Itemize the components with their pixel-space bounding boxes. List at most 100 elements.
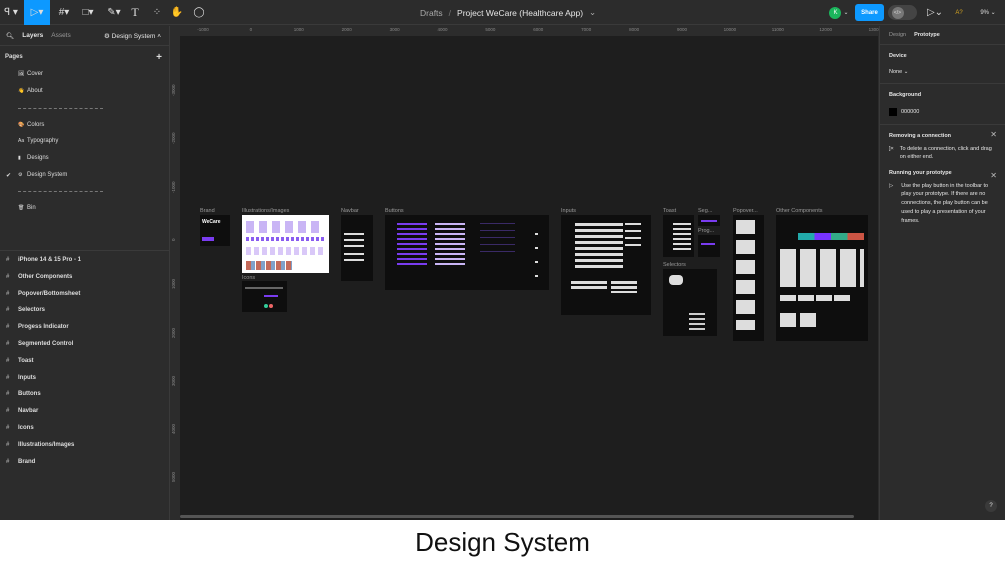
frame-icon: # [6, 324, 10, 331]
layer-item[interactable]: # Inputs [0, 370, 170, 386]
device-dropdown[interactable]: None ⌄ [889, 69, 996, 75]
layer-label: Progess Indicator [18, 324, 69, 331]
background-section: Background 000000 [880, 84, 1005, 125]
main-menu-button[interactable]: ꟼ ▾ [0, 0, 22, 25]
nav-item [344, 259, 364, 261]
page-item[interactable]: 👋 About [0, 83, 170, 99]
pen-tool-button[interactable]: ✎▾ [104, 0, 124, 25]
illustration-row [246, 221, 324, 233]
frame-tool-button[interactable]: #▾ [54, 0, 74, 25]
frame-label-illustrations[interactable]: Illustrations/Images [242, 208, 289, 214]
chevron-down-icon[interactable]: ⌄ [589, 7, 596, 18]
frame-segmented-control[interactable] [698, 215, 720, 226]
illustration-row [246, 247, 324, 255]
ai-button[interactable]: A? [952, 0, 966, 25]
layer-item[interactable]: # iPhone 14 & 15 Pro - 1 [0, 252, 170, 268]
page-item[interactable]: Aa Typography [0, 133, 170, 149]
frame-icon: # [6, 357, 10, 364]
color-swatch[interactable] [889, 108, 897, 116]
ruler-tick-label: -3000 [171, 84, 176, 96]
resources-button[interactable]: ⁘ [150, 0, 164, 25]
frame-navbar[interactable] [341, 215, 373, 281]
card-variants [780, 249, 864, 287]
dev-mode-toggle[interactable]: </> [888, 5, 917, 20]
hand-tool-button[interactable]: ✋ [170, 0, 184, 25]
nav-item [344, 245, 364, 247]
frame-label-navbar[interactable]: Navbar [341, 208, 359, 214]
frame-label-popover[interactable]: Popover... [733, 208, 758, 214]
layer-item[interactable]: # Illustrations/Images [0, 437, 170, 453]
frame-other-components[interactable] [776, 215, 868, 341]
card-variants [780, 313, 816, 327]
layer-item[interactable]: # Other Components [0, 269, 170, 285]
frame-progress-indicator[interactable] [698, 235, 720, 257]
background-color-field[interactable]: 000000 [889, 108, 996, 116]
frame-label-progress[interactable]: Prog... [698, 228, 714, 234]
background-hex[interactable]: 000000 [901, 109, 919, 115]
add-page-icon[interactable]: + [156, 52, 162, 63]
ruler-tick-label: 4000 [171, 424, 176, 435]
comment-tool-button[interactable]: ◯ [192, 0, 206, 25]
zoom-dropdown[interactable]: 9% ⌄ [975, 0, 1001, 25]
layer-item[interactable]: # Buttons [0, 386, 170, 402]
close-icon[interactable]: ✕ [990, 130, 997, 139]
text-icon: T [131, 5, 139, 19]
layer-item[interactable]: # Navbar [0, 403, 170, 419]
shape-tool-button[interactable]: □▾ [78, 0, 98, 25]
frame-brand[interactable]: WeCare [200, 215, 230, 246]
breadcrumb-drafts[interactable]: Drafts [420, 8, 443, 18]
close-icon[interactable]: ✕ [990, 171, 997, 180]
frame-icon: # [6, 425, 10, 431]
input-variants [625, 223, 641, 247]
page-item[interactable]: 🗑 Bin [0, 200, 170, 216]
tab-prototype[interactable]: Prototype [914, 32, 940, 38]
share-button[interactable]: Share [855, 4, 884, 21]
ruler-tick-label: 1300 [868, 27, 879, 32]
frame-label-buttons[interactable]: Buttons [385, 208, 404, 214]
frame-selectors[interactable] [663, 269, 717, 336]
frame-buttons[interactable] [385, 215, 549, 290]
move-tool-button[interactable]: ▷▾ [24, 0, 50, 25]
icon-dot [269, 304, 273, 308]
layer-item[interactable]: # Segmented Control [0, 336, 170, 352]
frame-label-other[interactable]: Other Components [776, 208, 822, 214]
page-item[interactable]: ✔ ⚙ Design System [0, 167, 170, 183]
search-icon[interactable]: 🔍︎ [6, 32, 14, 40]
segment [701, 220, 717, 222]
frame-label-brand[interactable]: Brand [200, 208, 215, 214]
frame-popover[interactable] [733, 215, 764, 341]
layer-item[interactable]: # Popover/Bottomsheet [0, 286, 170, 302]
layer-item[interactable]: # Selectors [0, 302, 170, 318]
page-item[interactable]: 🎨 Colors [0, 117, 170, 133]
help-button[interactable]: ? [985, 500, 997, 512]
frame-label-toast[interactable]: Toast [663, 208, 676, 214]
layer-item[interactable]: # Toast [0, 353, 170, 369]
frame-label-inputs[interactable]: Inputs [561, 208, 576, 214]
layer-item[interactable]: # Icons [0, 420, 170, 436]
user-avatar-button[interactable]: K ⌄ [826, 0, 852, 25]
pages-heading: Pages + [0, 49, 170, 65]
tab-layers[interactable]: Layers [22, 32, 43, 39]
tab-design[interactable]: Design [889, 32, 906, 38]
nav-item [344, 239, 364, 241]
file-name[interactable]: Project WeCare (Healthcare App) [457, 8, 583, 18]
page-switcher[interactable]: ⚙ Design System ˄ [104, 32, 161, 40]
ruler-tick-label: 0 [171, 238, 176, 241]
frame-toast[interactable] [663, 215, 694, 257]
page-item[interactable]: ▮ Designs [0, 150, 170, 166]
frame-inputs[interactable] [561, 215, 651, 315]
frame-label-segmented[interactable]: Seg... [698, 208, 712, 214]
horizontal-scrollbar[interactable] [180, 515, 854, 518]
canvas[interactable]: Brand WeCare Illustrations/Images Icons … [180, 36, 878, 520]
text-tool-button[interactable]: T [128, 0, 142, 25]
frame-illustrations[interactable] [242, 215, 329, 273]
page-item[interactable]: 🖼 Cover [0, 66, 170, 82]
layer-item[interactable]: # Progess Indicator [0, 319, 170, 335]
present-button[interactable]: ▷⌄ [926, 0, 944, 25]
tab-assets[interactable]: Assets [51, 32, 71, 39]
frame-icon: # [6, 307, 10, 314]
input-variants [575, 223, 623, 269]
frame-icons[interactable] [242, 281, 287, 312]
layer-item[interactable]: # Brand [0, 454, 170, 470]
frame-label-selectors[interactable]: Selectors [663, 262, 686, 268]
